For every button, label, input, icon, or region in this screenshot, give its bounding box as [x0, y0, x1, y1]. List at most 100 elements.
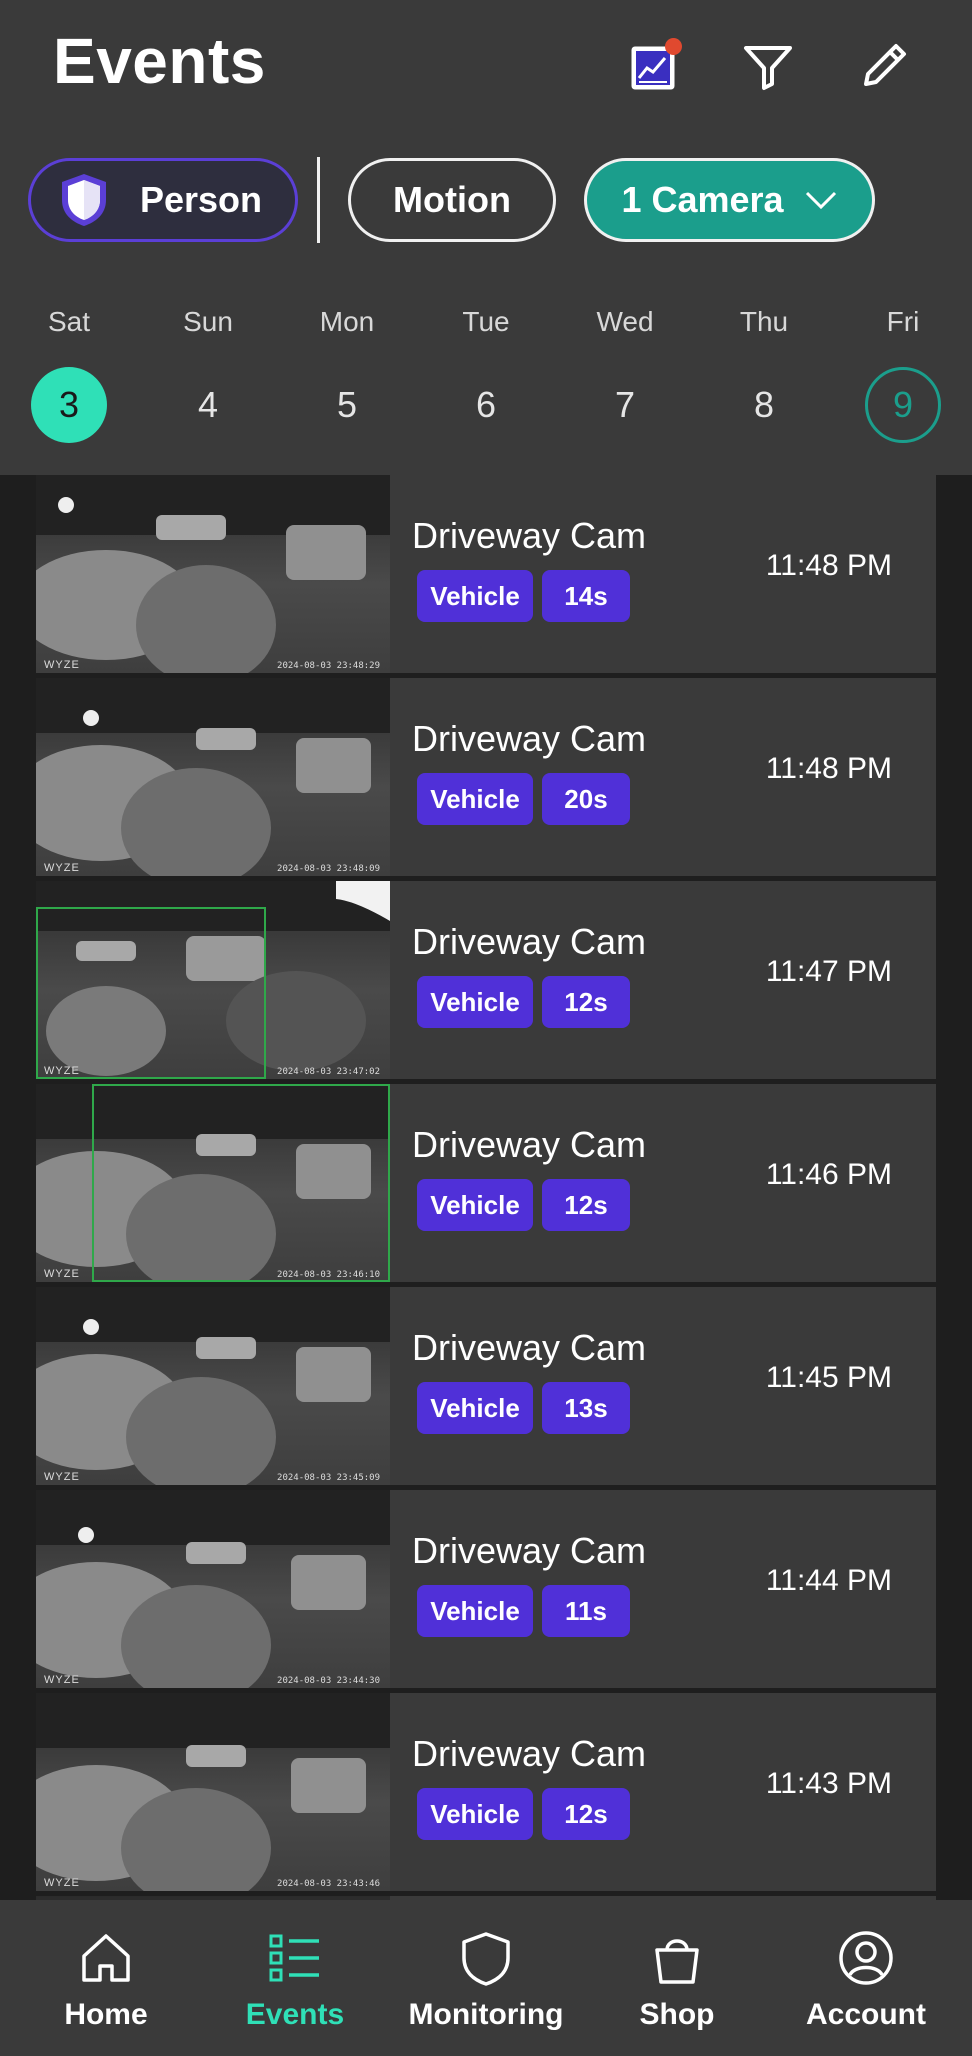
event-type-badge: Vehicle — [417, 1788, 533, 1840]
event-duration-badge: 11s — [542, 1585, 630, 1637]
camera-name: Driveway Cam — [412, 718, 647, 759]
person-filter-chip[interactable]: Person — [28, 158, 298, 242]
header: Events Person Motion 1 Camera Sat 3 Sun … — [0, 0, 972, 475]
event-time: 11:48 PM — [765, 752, 892, 785]
event-duration-badge: 12s — [542, 1179, 630, 1231]
page-title: Events — [53, 25, 266, 97]
event-type-badge: Vehicle — [417, 976, 533, 1028]
day-number: 7 — [614, 384, 636, 425]
person-filter-label: Person — [139, 179, 263, 220]
video-timestamp: 2024-08-03 23:45:09 — [277, 1473, 380, 1483]
video-timestamp: 2024-08-03 23:46:10 — [277, 1270, 380, 1280]
day-name: Mon — [319, 306, 375, 337]
day-name: Sat — [47, 306, 91, 337]
event-time: 11:45 PM — [765, 1361, 892, 1394]
camera-name: Driveway Cam — [412, 1124, 647, 1165]
event-duration-badge: 12s — [542, 1788, 630, 1840]
event-type-badge: Vehicle — [417, 1585, 533, 1637]
event-row[interactable]: WYZE 2024-08-03 23:46:10 Driveway Cam Ve… — [36, 1084, 936, 1282]
event-thumbnail[interactable]: WYZE 2024-08-03 23:46:10 — [36, 1084, 390, 1282]
event-thumbnail[interactable]: WYZE 2024-08-03 23:48:29 — [36, 475, 390, 673]
nav-shop-label: Shop — [639, 1998, 715, 2031]
event-row[interactable]: WYZE 2024-08-03 23:47:02 Driveway Cam Ve… — [36, 881, 936, 1079]
chart-icon[interactable] — [621, 34, 685, 98]
event-time: 11:46 PM — [765, 1158, 892, 1191]
chevron-down-icon — [805, 191, 836, 210]
day-name: Tue — [462, 306, 510, 337]
filter-icon[interactable] — [736, 34, 800, 98]
camera-name: Driveway Cam — [412, 921, 647, 962]
event-duration-badge: 14s — [542, 570, 630, 622]
nav-events[interactable]: Events — [235, 1900, 355, 2056]
event-list[interactable]: WYZE 2024-08-03 23:48:29 Driveway Cam Ve… — [36, 475, 936, 1900]
camera-brand: WYZE — [44, 659, 80, 671]
event-thumbnail[interactable]: WYZE 2024-08-03 23:47:02 — [36, 881, 390, 1079]
camera-name: Driveway Cam — [412, 1733, 647, 1774]
video-timestamp: 2024-08-03 23:44:30 — [277, 1676, 380, 1686]
event-row[interactable]: WYZE 2024-08-03 23:45:09 Driveway Cam Ve… — [36, 1287, 936, 1485]
video-timestamp: 2024-08-03 23:48:29 — [277, 661, 380, 671]
event-list-icon — [269, 1934, 319, 1982]
camera-name: Driveway Cam — [412, 1530, 647, 1571]
event-row[interactable]: WYZE 2024-08-03 23:48:09 Driveway Cam Ve… — [36, 678, 936, 876]
day-name: Fri — [886, 306, 920, 337]
event-time: 11:44 PM — [765, 1564, 892, 1597]
event-type-badge: Vehicle — [417, 1382, 533, 1434]
nav-events-label: Events — [245, 1998, 345, 2031]
shield-icon — [462, 1932, 510, 1986]
day-number: 6 — [475, 384, 497, 425]
camera-filter-label: 1 Camera — [621, 179, 784, 220]
day-name: Wed — [596, 306, 654, 337]
camera-name: Driveway Cam — [412, 515, 647, 556]
day-number-today: 9 — [865, 367, 941, 443]
day-name: Thu — [739, 306, 789, 337]
event-thumbnail[interactable]: WYZE 2024-08-03 23:48:09 — [36, 678, 390, 876]
video-timestamp: 2024-08-03 23:47:02 — [277, 1067, 380, 1077]
event-time: 11:43 PM — [765, 1767, 892, 1800]
filter-divider — [317, 157, 320, 243]
camera-brand: WYZE — [44, 1674, 80, 1686]
video-timestamp: 2024-08-03 23:48:09 — [277, 864, 380, 874]
nav-monitoring[interactable]: Monitoring — [396, 1900, 576, 2056]
day-number: 8 — [753, 384, 775, 425]
motion-filter-label: Motion — [393, 179, 511, 220]
event-type-badge: Vehicle — [417, 570, 533, 622]
event-duration-badge: 13s — [542, 1382, 630, 1434]
nav-home-label: Home — [64, 1998, 148, 2031]
pencil-icon[interactable] — [852, 34, 916, 98]
camera-brand: WYZE — [44, 1268, 80, 1280]
detection-box — [36, 907, 266, 1079]
event-row[interactable]: WYZE 2024-08-03 23:48:29 Driveway Cam Ve… — [36, 475, 936, 673]
camera-brand: WYZE — [44, 1877, 80, 1889]
camera-filter-dropdown[interactable]: 1 Camera — [584, 158, 875, 242]
event-type-badge: Vehicle — [417, 1179, 533, 1231]
day-number: 4 — [197, 384, 219, 425]
detection-box — [92, 1084, 390, 1282]
notification-dot — [665, 38, 682, 55]
shopping-bag-icon — [655, 1939, 699, 1984]
day-number-selected: 3 — [31, 367, 107, 443]
camera-name: Driveway Cam — [412, 1327, 647, 1368]
shield-icon — [61, 174, 106, 226]
nav-home[interactable]: Home — [46, 1900, 166, 2056]
event-thumbnail[interactable]: WYZE 2024-08-03 23:44:30 — [36, 1490, 390, 1688]
motion-filter-chip[interactable]: Motion — [348, 158, 556, 242]
camera-brand: WYZE — [44, 1471, 80, 1483]
nav-account[interactable]: Account — [796, 1900, 936, 2056]
event-thumbnail[interactable]: WYZE 2024-08-03 23:45:09 — [36, 1287, 390, 1485]
event-row[interactable]: WYZE 2024-08-03 23:43:46 Driveway Cam Ve… — [36, 1693, 936, 1891]
bottom-nav: Home Events Monitoring Shop Account — [0, 1900, 972, 2056]
day-number: 5 — [336, 384, 358, 425]
event-row[interactable]: WYZE 2024-08-03 23:44:30 Driveway Cam Ve… — [36, 1490, 936, 1688]
nav-account-label: Account — [806, 1998, 926, 2031]
events-screen: Events Person Motion 1 Camera Sat 3 Sun … — [0, 0, 972, 2056]
event-type-badge: Vehicle — [417, 773, 533, 825]
event-duration-badge: 20s — [542, 773, 630, 825]
event-time: 11:48 PM — [765, 549, 892, 582]
account-icon — [839, 1931, 893, 1985]
event-duration-badge: 12s — [542, 976, 630, 1028]
event-thumbnail[interactable]: WYZE 2024-08-03 23:43:46 — [36, 1693, 390, 1891]
nav-shop[interactable]: Shop — [617, 1900, 737, 2056]
home-icon — [82, 1934, 130, 1982]
camera-brand: WYZE — [44, 862, 80, 874]
